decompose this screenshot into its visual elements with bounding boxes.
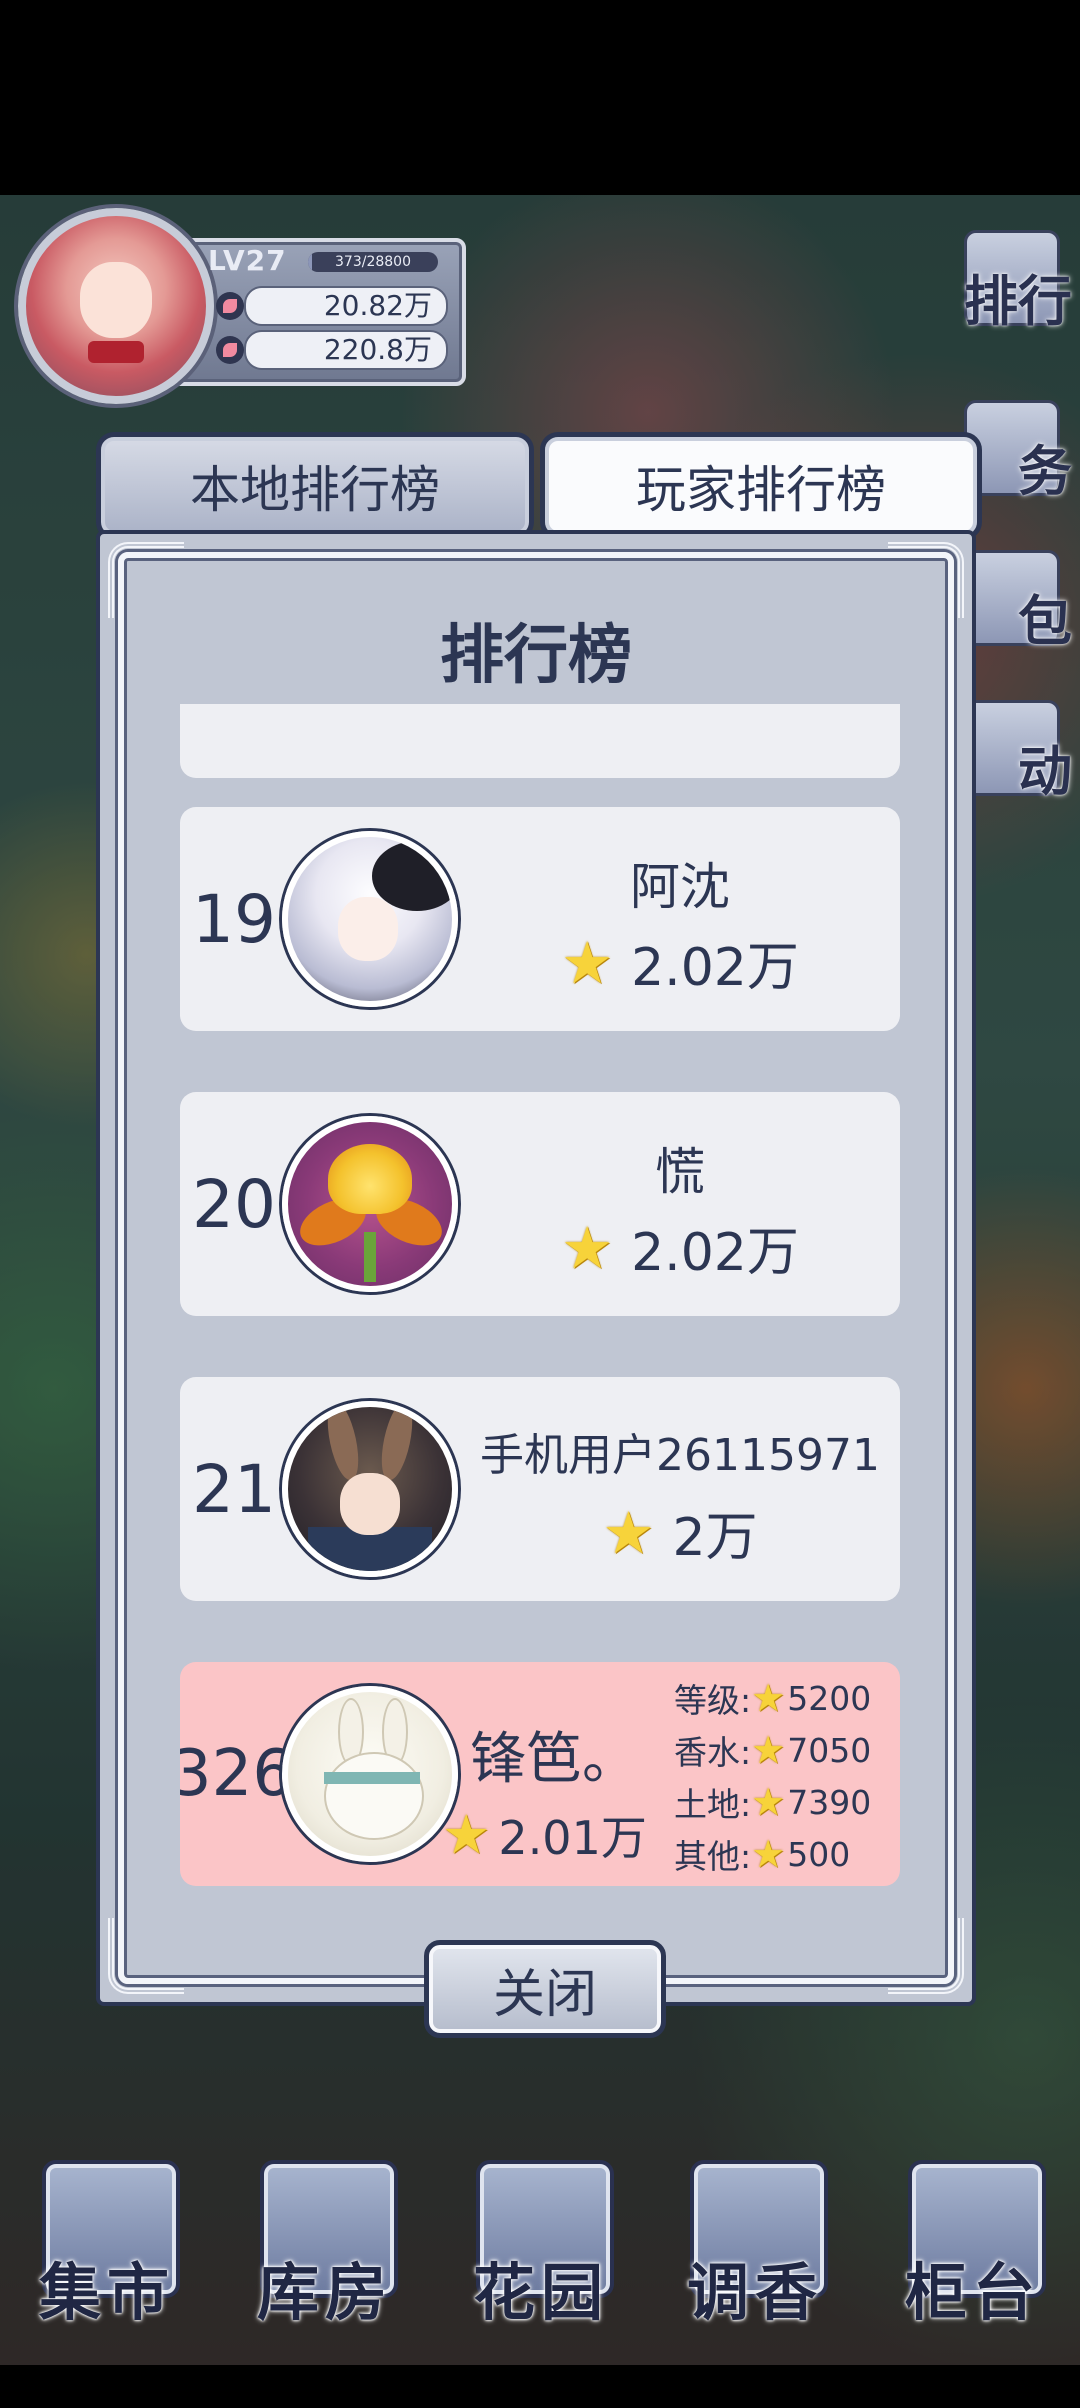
my-score: ★ 2.01万 [442, 1802, 647, 1868]
user-name: 手机用户26115971 [480, 1430, 880, 1481]
side-item-label: 排行 [964, 270, 1072, 333]
rank-number: 19 [192, 880, 276, 958]
flower-coin-icon [216, 292, 244, 320]
panel-title: 排行榜 [440, 619, 632, 693]
star-icon: ★ [602, 1498, 655, 1567]
close-button[interactable]: 关闭 [424, 1940, 666, 2038]
user-score: ★ 2.02万 [460, 925, 900, 1000]
resource-value-coins: 20.82万 [323, 289, 432, 322]
score-value: 2.02万 [631, 938, 799, 998]
ranking-row[interactable]: 20 慌 ★ 2.02万 [180, 1092, 900, 1316]
breakdown-label: 等级: [674, 1681, 752, 1720]
breakdown-label: 土地: [674, 1785, 752, 1824]
side-item-label: 包 [1018, 590, 1072, 653]
score-value: 2.01万 [498, 1811, 647, 1865]
user-avatar[interactable] [282, 1116, 458, 1292]
avatar-face [80, 262, 152, 338]
nav-label: 集市 [38, 2256, 175, 2329]
nav-label: 花园 [472, 2256, 609, 2329]
star-icon: ★ [751, 1832, 786, 1876]
star-icon: ★ [561, 928, 614, 997]
breakdown-label: 其他: [674, 1837, 752, 1876]
ranking-row[interactable]: 21 手机用户26115971 ★ 2万 [180, 1377, 900, 1601]
user-name: 慌 [655, 1143, 705, 1201]
tab-player-ranking[interactable]: 玩家排行榜 [540, 432, 982, 540]
nav-label: 柜台 [904, 2256, 1041, 2329]
resource-pill-coins: 20.82万 [216, 286, 448, 326]
frame-corner-ornament [108, 1918, 184, 1994]
score-value: 2万 [672, 1508, 758, 1568]
score-value: 2.02万 [631, 1223, 799, 1283]
ranking-row-partial [180, 704, 900, 778]
star-icon: ★ [561, 1213, 614, 1282]
star-icon: ★ [751, 1728, 786, 1772]
rank-number: 21 [192, 1450, 276, 1528]
breakdown-perfume: 香水: ★ 7050 [674, 1724, 894, 1776]
user-score: ★ 2.02万 [460, 1210, 900, 1285]
exp-text: 373/28800 [335, 254, 411, 270]
my-avatar[interactable] [282, 1686, 458, 1862]
score-breakdown: 等级: ★ 5200 香水: ★ 7050 土地: ★ 7390 其他: ★ 5… [674, 1672, 894, 1880]
star-icon: ★ [442, 1803, 491, 1866]
resource-value-petals: 220.8万 [323, 333, 432, 366]
nav-item-garden[interactable]: 花园 [456, 2160, 626, 2340]
bottom-bar [0, 2365, 1080, 2408]
breakdown-land: 土地: ★ 7390 [674, 1776, 894, 1828]
breakdown-value: 500 [787, 1834, 851, 1874]
breakdown-label: 香水: [674, 1733, 752, 1772]
ranking-row[interactable]: 19 阿沈 ★ 2.02万 [180, 807, 900, 1031]
player-card[interactable]: LV27 373/28800 20.82万 220.8万 [18, 208, 468, 404]
rank-number: 20 [192, 1165, 276, 1243]
player-avatar[interactable] [18, 208, 214, 404]
breakdown-value: 7390 [787, 1782, 872, 1822]
user-score: ★ 2万 [460, 1495, 900, 1570]
user-name: 阿沈 [630, 858, 730, 916]
nav-item-counter[interactable]: 柜台 [888, 2160, 1058, 2340]
petal-icon [216, 336, 244, 364]
nav-item-warehouse[interactable]: 库房 [240, 2160, 410, 2340]
resource-pill-petals: 220.8万 [216, 330, 448, 370]
breakdown-value: 5200 [787, 1678, 872, 1718]
avatar-bow [88, 341, 144, 363]
nav-item-market[interactable]: 集市 [22, 2160, 192, 2340]
my-ranking-row[interactable]: 326 锋笆。 ★ 2.01万 等级: ★ 5200 香水: ★ 7050 土地… [180, 1662, 900, 1886]
nav-label: 库房 [256, 2256, 393, 2329]
side-item-ranking[interactable]: 排行 [940, 230, 1080, 333]
ranking-panel: 排行榜 19 阿沈 ★ 2.02万 20 慌 ★ 2.02万 21 手机用户26… [96, 530, 976, 2006]
side-item-label: 动 [1018, 740, 1072, 803]
frame-corner-ornament [888, 1918, 964, 1994]
breakdown-level: 等级: ★ 5200 [674, 1672, 894, 1724]
player-level: LV27 [208, 244, 287, 277]
tab-local-ranking[interactable]: 本地排行榜 [96, 432, 534, 540]
breakdown-other: 其他: ★ 500 [674, 1828, 894, 1880]
side-item-label: 务 [1018, 440, 1072, 503]
star-icon: ★ [751, 1780, 786, 1824]
my-name: 锋笆。 [470, 1727, 638, 1792]
ranking-list[interactable]: 19 阿沈 ★ 2.02万 20 慌 ★ 2.02万 21 手机用户261159… [180, 704, 900, 1924]
user-avatar[interactable] [282, 1401, 458, 1577]
breakdown-value: 7050 [787, 1730, 872, 1770]
bottom-nav: 集市 库房 花园 调香 柜台 [0, 2160, 1080, 2340]
user-avatar[interactable] [282, 831, 458, 1007]
nav-label: 调香 [686, 2256, 823, 2329]
nav-item-perfume[interactable]: 调香 [670, 2160, 840, 2340]
star-icon: ★ [751, 1676, 786, 1720]
my-rank-number: 326 [180, 1737, 294, 1811]
